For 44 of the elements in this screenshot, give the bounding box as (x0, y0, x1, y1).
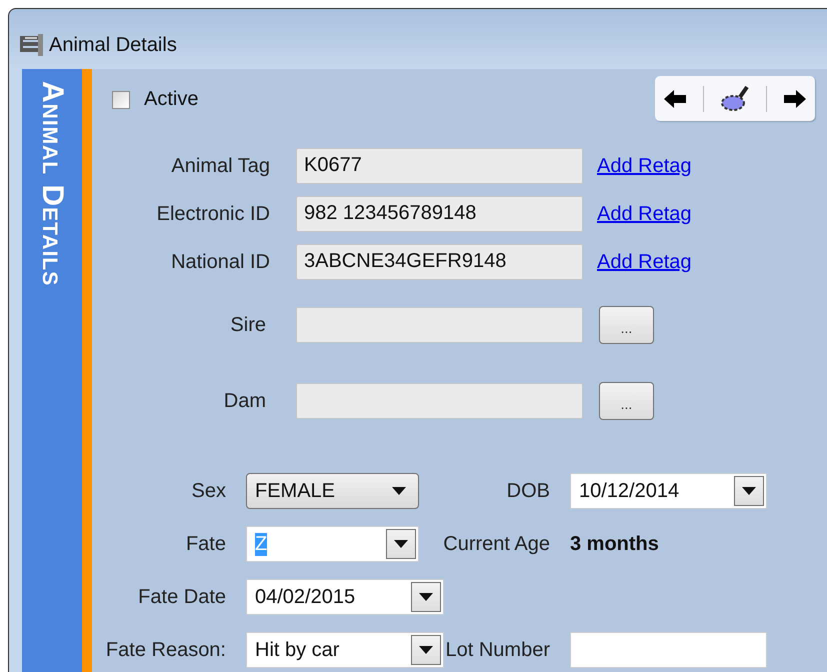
add-retag-link[interactable]: Add Retag (597, 202, 692, 226)
caret-icon (419, 593, 433, 601)
id-field[interactable]: K0677 (296, 148, 583, 184)
age-value: 3 months (570, 532, 659, 554)
caret-icon (742, 487, 756, 495)
field-label: Sex (190, 480, 227, 502)
caret-icon (392, 487, 406, 495)
field-label: Animal Tag (170, 154, 270, 178)
dropdown-button[interactable] (734, 476, 764, 506)
field-label: Electronic ID (156, 202, 270, 226)
dropdown-button[interactable] (386, 529, 416, 559)
field-label: Fate Reason: (104, 638, 227, 662)
add-retag-link[interactable]: Add Retag (597, 250, 692, 274)
scanner-icon[interactable] (720, 84, 750, 112)
field-label: DOB (506, 480, 551, 502)
dropdown-button[interactable] (411, 635, 441, 665)
caret-icon (394, 540, 408, 548)
field-label: National ID (170, 250, 270, 274)
browse-button[interactable]: ... (599, 306, 654, 344)
lot-number-field[interactable] (570, 632, 767, 668)
dropdown-button[interactable] (411, 582, 441, 612)
side-label: Animal Details (35, 81, 69, 286)
parent-field[interactable] (296, 383, 583, 419)
dropdown-field[interactable]: 04/02/2015 (246, 579, 444, 615)
field-label: Fate (184, 532, 227, 556)
active-checkbox[interactable]: Active (112, 88, 198, 111)
right-arrow-icon[interactable] (783, 88, 807, 108)
dropdown-field[interactable]: 10/12/2014 (570, 473, 767, 509)
window-title: Animal Details (49, 34, 177, 56)
id-field[interactable]: 3ABCNE34GEFR9148 (296, 244, 583, 280)
left-arrow-icon[interactable] (663, 88, 687, 108)
field-label: Fate Date (137, 586, 227, 608)
parent-field[interactable] (296, 307, 583, 343)
field-label: Lot Number (444, 638, 551, 662)
field-label: Sire (229, 314, 266, 336)
dropdown-field[interactable]: Hit by car (246, 632, 444, 668)
caret-icon (419, 646, 433, 654)
field-label: Current Age (442, 532, 551, 556)
sex-dropdown[interactable]: FEMALE (246, 473, 419, 509)
cabinet-icon (19, 33, 45, 57)
field-label: Dam (222, 390, 266, 412)
add-retag-link[interactable]: Add Retag (597, 154, 692, 178)
id-field[interactable]: 982 123456789148 (296, 196, 583, 232)
browse-button[interactable]: ... (599, 382, 654, 420)
